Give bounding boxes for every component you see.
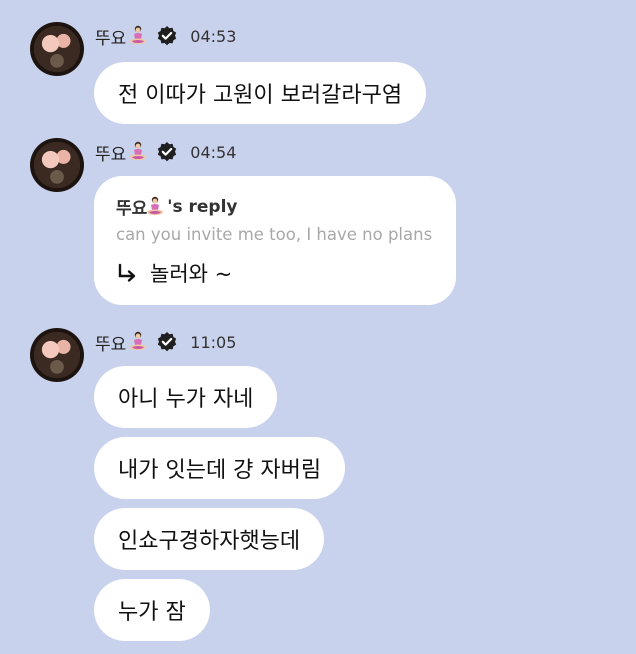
reply-header: 뚜요 's reply bbox=[116, 194, 434, 219]
message-text: 전 이따가 고원이 보러갈라구염 bbox=[118, 83, 403, 108]
message-bubble[interactable]: 아니 누가 자네 bbox=[94, 366, 278, 428]
sender-name: 뚜요 bbox=[95, 144, 127, 165]
message-bubble[interactable]: 내가 잇는데 걍 자버림 bbox=[94, 437, 346, 499]
person-in-lotus-position-emoji bbox=[128, 331, 148, 353]
reply-bubble[interactable]: 뚜요 's reply can you invite me too, I hav… bbox=[94, 176, 456, 305]
message-header: 뚜요 04:53 bbox=[95, 22, 236, 50]
reply-arrow-icon bbox=[116, 262, 138, 284]
message-bubble[interactable]: 인쇼구경하자햇능데 bbox=[94, 508, 325, 570]
reply-from-name: 뚜요 bbox=[116, 199, 148, 219]
quoted-message: can you invite me too, I have no plans bbox=[116, 225, 433, 244]
message-time: 04:54 bbox=[190, 142, 237, 162]
reply-text: 놀러와 ~ bbox=[150, 262, 233, 286]
message-header: 뚜요 11:05 bbox=[95, 328, 236, 356]
message-header: 뚜요 04:54 bbox=[95, 138, 236, 166]
avatar[interactable] bbox=[30, 138, 84, 192]
avatar[interactable] bbox=[30, 328, 84, 382]
message-bubble[interactable]: 누가 잠 bbox=[94, 579, 210, 641]
message-time: 11:05 bbox=[190, 332, 237, 352]
verified-check-icon bbox=[156, 331, 178, 353]
sender-name: 뚜요 bbox=[95, 334, 127, 355]
reply-suffix: 's reply bbox=[167, 196, 238, 217]
message-bubble[interactable]: 전 이따가 고원이 보러갈라구염 bbox=[94, 62, 427, 124]
verified-check-icon bbox=[156, 25, 178, 47]
person-in-lotus-position-emoji bbox=[128, 25, 148, 47]
person-in-lotus-position-emoji bbox=[128, 141, 148, 163]
message-text: 인쇼구경하자햇능데 bbox=[118, 529, 301, 554]
message-text: 내가 잇는데 걍 자버림 bbox=[118, 458, 322, 483]
person-in-lotus-position-emoji bbox=[145, 196, 165, 218]
message-text: 아니 누가 자네 bbox=[118, 387, 254, 412]
avatar[interactable] bbox=[30, 22, 84, 76]
message-text: 누가 잠 bbox=[118, 600, 186, 625]
message-time: 04:53 bbox=[190, 26, 237, 46]
verified-check-icon bbox=[156, 141, 178, 163]
reply-body: 놀러와 ~ bbox=[116, 258, 434, 288]
sender-name: 뚜요 bbox=[95, 28, 127, 49]
